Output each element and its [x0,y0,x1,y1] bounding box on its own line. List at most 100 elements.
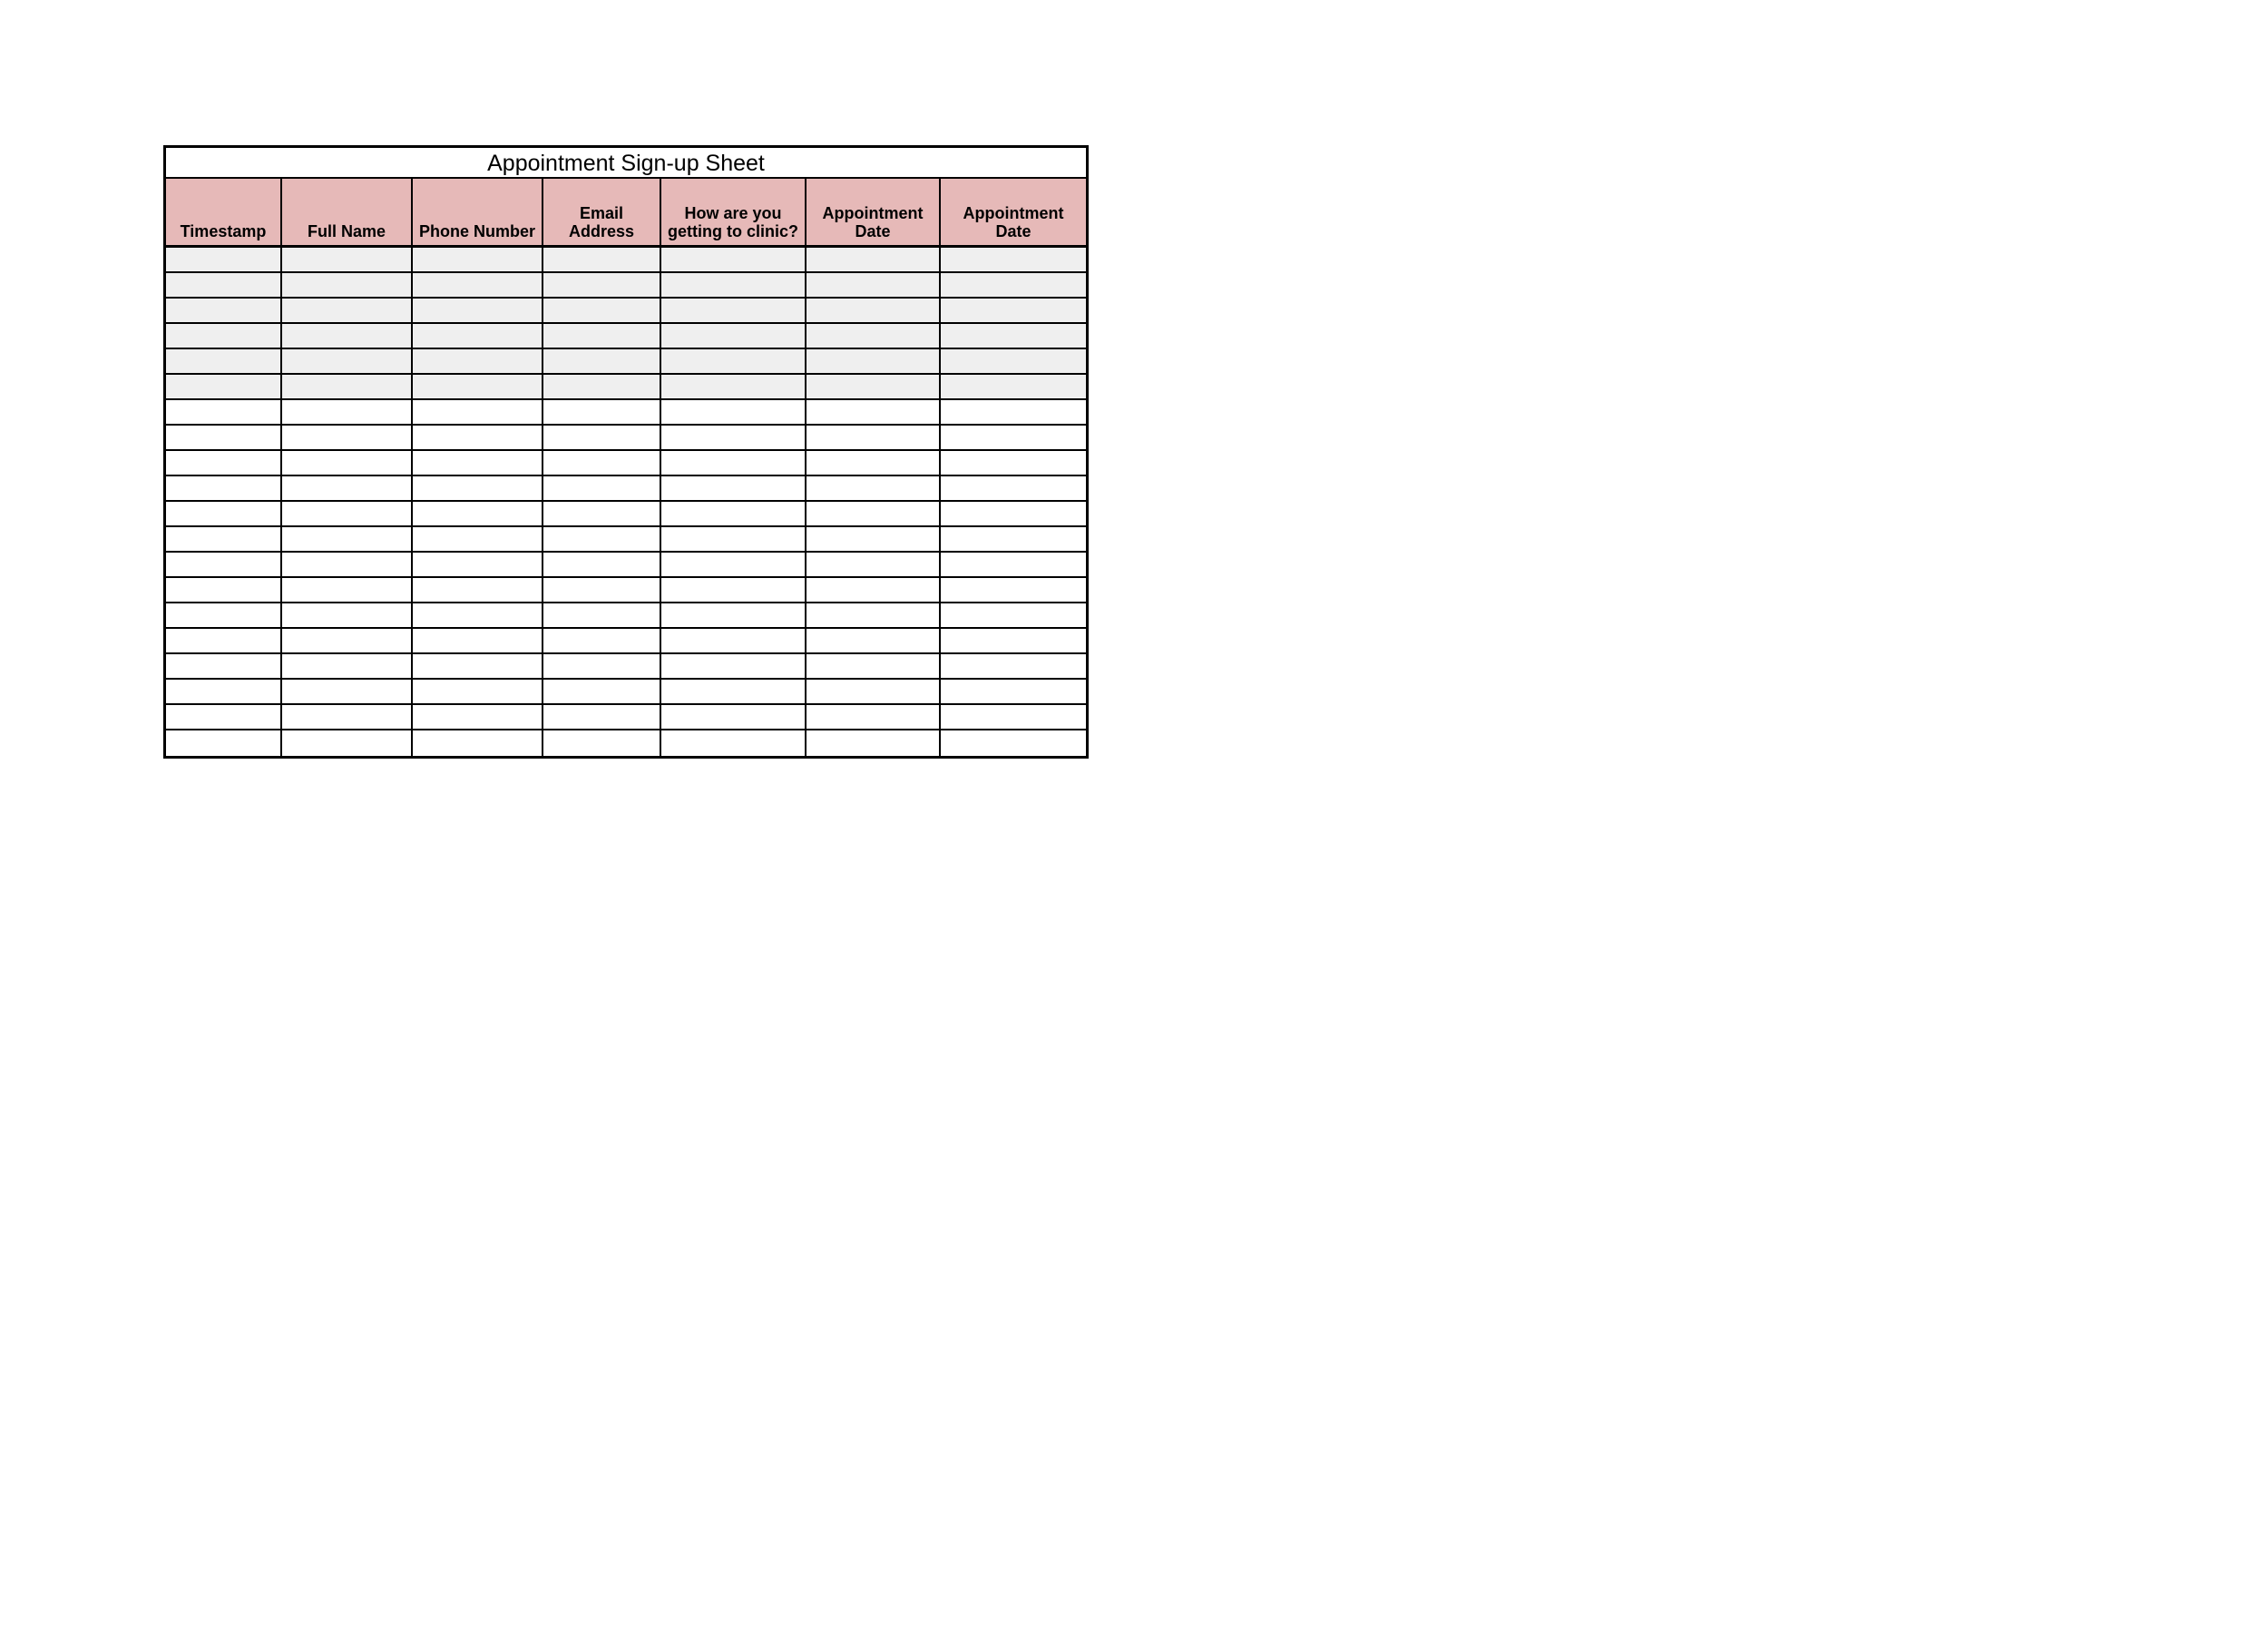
table-cell[interactable] [543,730,661,756]
table-cell[interactable] [166,273,282,297]
table-cell[interactable] [661,654,807,678]
table-cell[interactable] [941,730,1086,756]
table-cell[interactable] [166,426,282,449]
table-cell[interactable] [282,654,413,678]
table-cell[interactable] [661,426,807,449]
table-cell[interactable] [941,299,1086,322]
table-cell[interactable] [543,629,661,652]
table-cell[interactable] [413,273,543,297]
table-cell[interactable] [941,680,1086,703]
table-cell[interactable] [166,680,282,703]
table-cell[interactable] [661,400,807,424]
table-cell[interactable] [661,502,807,525]
table-cell[interactable] [807,629,941,652]
table-cell[interactable] [543,705,661,729]
table-cell[interactable] [807,451,941,475]
table-cell[interactable] [413,400,543,424]
table-cell[interactable] [413,629,543,652]
table-cell[interactable] [807,426,941,449]
table-cell[interactable] [661,451,807,475]
table-cell[interactable] [413,375,543,398]
table-cell[interactable] [543,273,661,297]
table-cell[interactable] [282,527,413,551]
table-cell[interactable] [661,680,807,703]
table-cell[interactable] [413,324,543,348]
table-cell[interactable] [413,527,543,551]
table-cell[interactable] [661,476,807,500]
table-cell[interactable] [543,553,661,576]
table-cell[interactable] [282,705,413,729]
table-cell[interactable] [661,527,807,551]
table-cell[interactable] [661,553,807,576]
table-cell[interactable] [807,248,941,271]
table-cell[interactable] [166,324,282,348]
table-cell[interactable] [807,654,941,678]
table-cell[interactable] [282,476,413,500]
table-cell[interactable] [543,578,661,602]
table-cell[interactable] [543,375,661,398]
table-cell[interactable] [166,705,282,729]
table-cell[interactable] [166,730,282,756]
table-cell[interactable] [282,680,413,703]
table-cell[interactable] [166,476,282,500]
table-cell[interactable] [941,375,1086,398]
table-cell[interactable] [282,248,413,271]
table-cell[interactable] [413,248,543,271]
table-cell[interactable] [543,654,661,678]
table-cell[interactable] [413,426,543,449]
table-cell[interactable] [413,654,543,678]
table-cell[interactable] [166,451,282,475]
table-cell[interactable] [543,426,661,449]
table-cell[interactable] [166,349,282,373]
table-cell[interactable] [282,299,413,322]
table-cell[interactable] [413,476,543,500]
table-cell[interactable] [282,578,413,602]
table-cell[interactable] [543,680,661,703]
table-cell[interactable] [413,553,543,576]
table-cell[interactable] [166,629,282,652]
table-cell[interactable] [941,705,1086,729]
table-cell[interactable] [941,426,1086,449]
table-cell[interactable] [413,502,543,525]
table-cell[interactable] [282,324,413,348]
table-cell[interactable] [941,578,1086,602]
table-cell[interactable] [413,730,543,756]
table-cell[interactable] [543,603,661,627]
table-cell[interactable] [282,502,413,525]
table-cell[interactable] [807,299,941,322]
table-cell[interactable] [413,578,543,602]
table-cell[interactable] [413,603,543,627]
table-cell[interactable] [543,299,661,322]
table-cell[interactable] [807,603,941,627]
table-cell[interactable] [807,273,941,297]
table-cell[interactable] [166,603,282,627]
table-cell[interactable] [413,451,543,475]
table-cell[interactable] [282,629,413,652]
table-cell[interactable] [282,375,413,398]
table-cell[interactable] [166,299,282,322]
table-cell[interactable] [282,426,413,449]
table-cell[interactable] [543,451,661,475]
table-cell[interactable] [941,553,1086,576]
table-cell[interactable] [661,603,807,627]
table-cell[interactable] [166,502,282,525]
table-cell[interactable] [661,578,807,602]
table-cell[interactable] [807,730,941,756]
table-cell[interactable] [282,451,413,475]
table-cell[interactable] [543,248,661,271]
table-cell[interactable] [807,324,941,348]
table-cell[interactable] [166,553,282,576]
table-cell[interactable] [282,349,413,373]
table-cell[interactable] [543,324,661,348]
table-cell[interactable] [941,527,1086,551]
table-cell[interactable] [807,476,941,500]
table-cell[interactable] [807,375,941,398]
table-cell[interactable] [543,476,661,500]
table-cell[interactable] [661,629,807,652]
table-cell[interactable] [941,324,1086,348]
table-cell[interactable] [807,527,941,551]
table-cell[interactable] [941,451,1086,475]
table-cell[interactable] [661,705,807,729]
table-cell[interactable] [166,527,282,551]
table-cell[interactable] [166,578,282,602]
